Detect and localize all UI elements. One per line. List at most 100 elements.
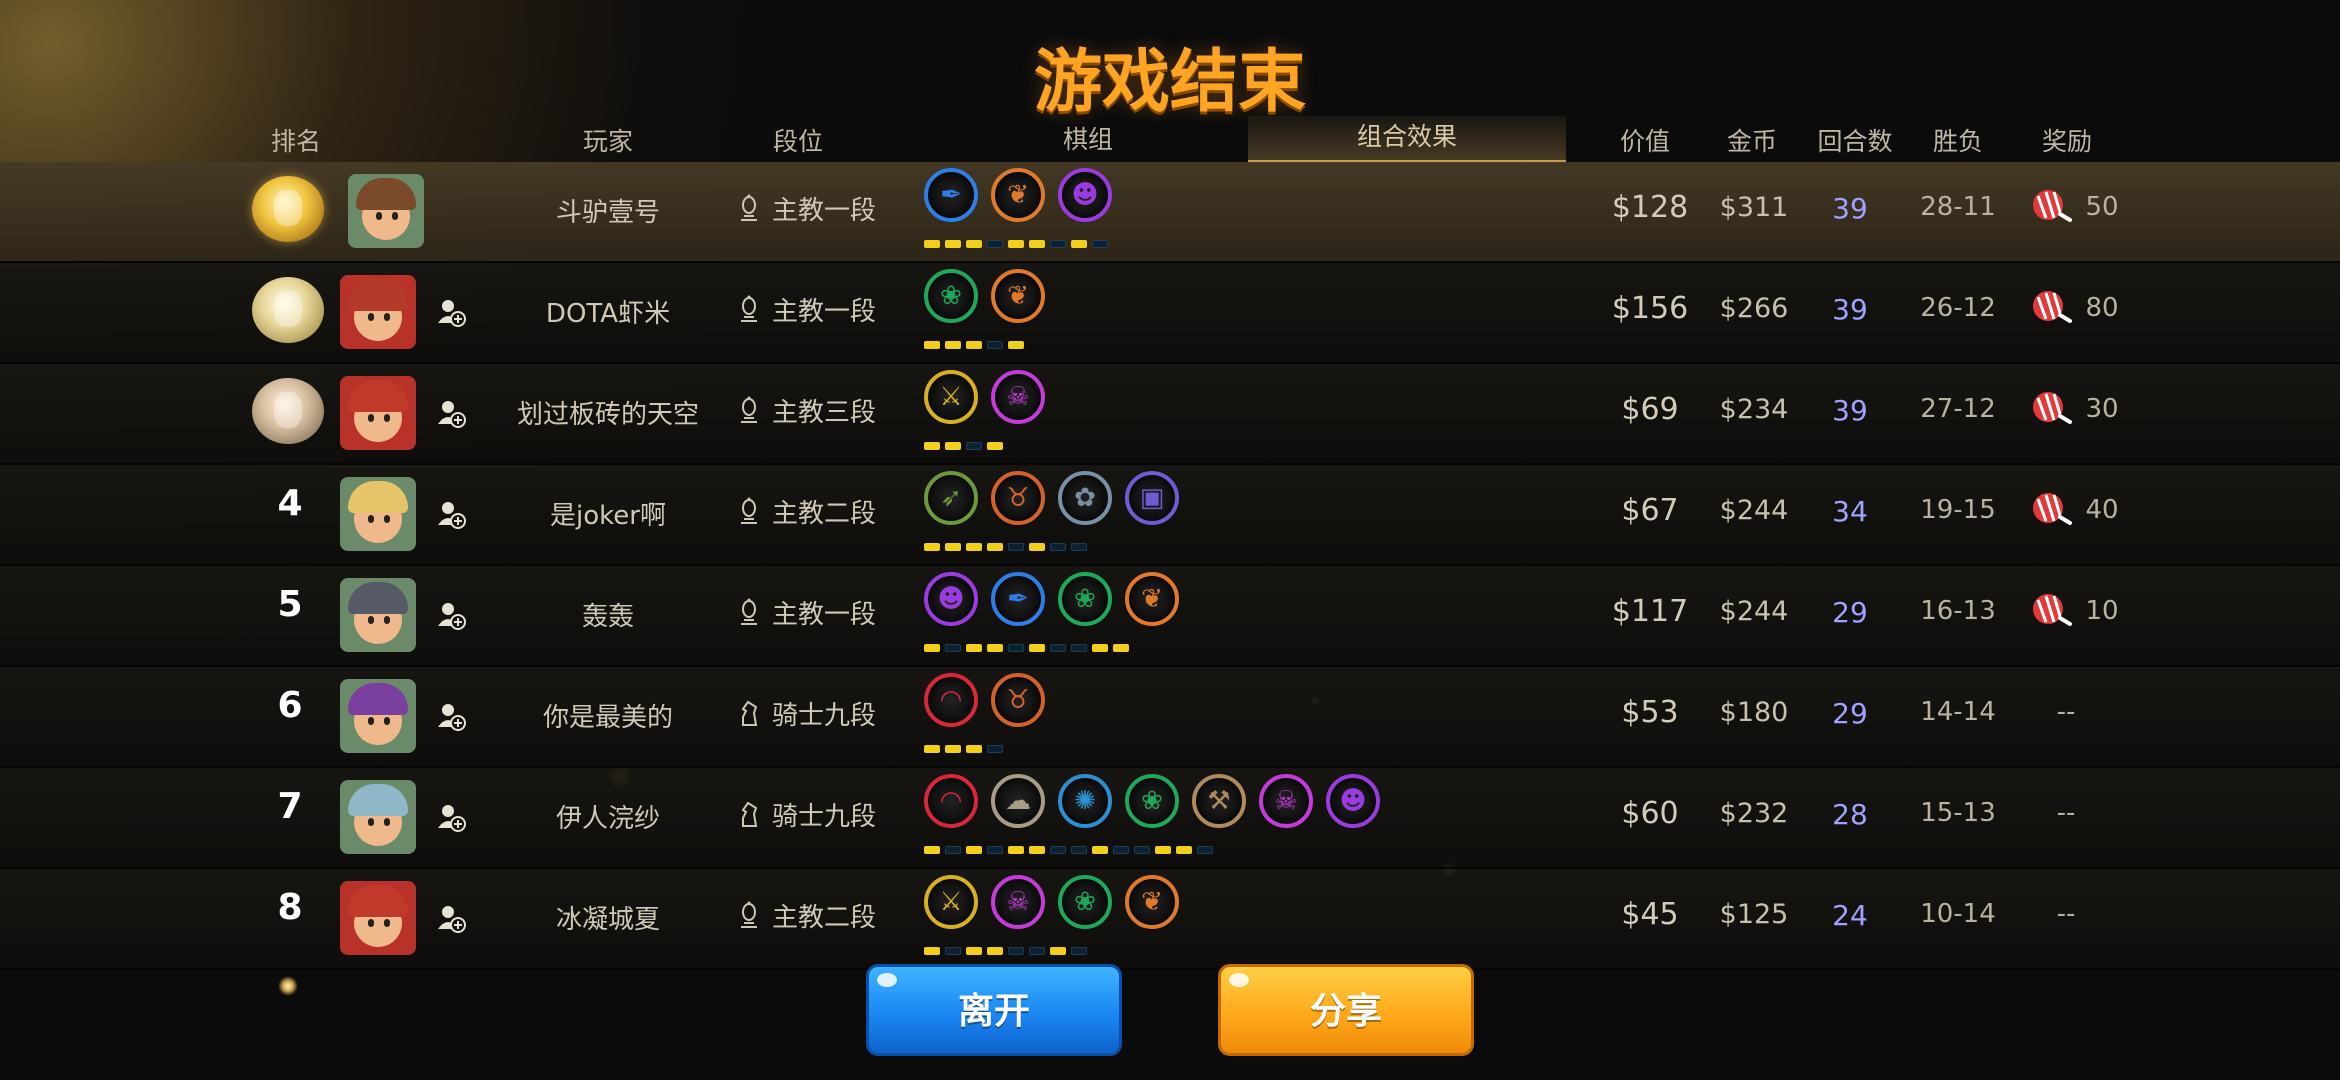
goblin-synergy-icon[interactable]: ✺ (1058, 774, 1112, 828)
round-count: 39 (1832, 394, 1868, 427)
add-friend-icon[interactable] (436, 297, 466, 327)
feather-synergy-icon[interactable]: ✒ (924, 168, 978, 222)
table-row[interactable]: DOTA虾米 主教一段 ❀ ❦ $156 $266 39 26-12 80 (0, 263, 2340, 364)
table-row[interactable]: 6 你是最美的 骑士九段 ◠ ♉ $53 $180 29 14-14 -- (0, 667, 2340, 768)
reward-amount: 30 (2085, 394, 2119, 424)
synergy-segment (1029, 846, 1045, 854)
synergy-segment (987, 543, 1003, 551)
mask-synergy-icon[interactable]: ☻ (1326, 774, 1380, 828)
synergy-segment (924, 846, 940, 854)
round-count: 39 (1832, 192, 1868, 225)
player-avatar[interactable] (340, 578, 416, 652)
leaf-synergy-icon[interactable]: ❦ (991, 269, 1045, 323)
claws-synergy-icon[interactable]: ⚔ (924, 370, 978, 424)
paw-synergy-icon[interactable]: ❀ (924, 269, 978, 323)
sparkle (278, 976, 298, 996)
table-row[interactable]: 4 是joker啊 主教二段 ➶ ♉ ✿ ▣ $67 $244 34 19-15 40 (0, 465, 2340, 566)
header-value: 价值 (1619, 127, 1671, 156)
axe-synergy-icon[interactable]: ⚒ (1192, 774, 1246, 828)
synergy-segment (1176, 846, 1192, 854)
demon-synergy-icon[interactable]: ☠ (991, 875, 1045, 929)
tech-synergy-icon[interactable]: ▣ (1125, 471, 1179, 525)
header-coins: 金币 (1726, 127, 1778, 156)
header-tier: 段位 (772, 127, 824, 156)
paw-synergy-icon[interactable]: ❀ (1058, 572, 1112, 626)
rank-number: 7 (277, 786, 303, 827)
rank-number: 5 (277, 584, 303, 625)
add-friend-icon[interactable] (436, 398, 466, 428)
arch-synergy-icon[interactable]: ◠ (924, 673, 978, 727)
horns-synergy-icon[interactable]: ♉ (991, 471, 1045, 525)
synergy-segment (987, 947, 1003, 955)
table-row[interactable]: 7 伊人浣纱 骑士九段 ◠ ☁ ✺ ❀ ⚒ ☠ ☻ $60 $232 28 15-13 -- (0, 768, 2340, 869)
leave-button-label: 离开 (957, 991, 1030, 1032)
synergy-segment (1071, 644, 1087, 652)
player-avatar[interactable] (340, 376, 416, 450)
player-avatar[interactable] (340, 881, 416, 955)
leaf-synergy-icon[interactable]: ❦ (991, 168, 1045, 222)
synergy-segment (1008, 240, 1024, 248)
player-avatar[interactable] (348, 174, 424, 248)
header-pieces[interactable]: 棋组 (1063, 120, 1113, 156)
win-loss: 10-14 (1920, 899, 1996, 929)
candy-reward-icon (2033, 291, 2072, 323)
synergy-segment (945, 846, 961, 854)
value-amount: $156 (1611, 291, 1689, 326)
synergy-segment (1029, 947, 1045, 955)
arch-synergy-icon[interactable]: ◠ (924, 774, 978, 828)
candy-reward-icon (2033, 190, 2072, 222)
paw-synergy-icon[interactable]: ❀ (1058, 875, 1112, 929)
table-row[interactable]: 划过板砖的天空 主教三段 ⚔ ☠ $69 $234 39 27-12 30 (0, 364, 2340, 465)
player-avatar[interactable] (340, 679, 416, 753)
mask-synergy-icon[interactable]: ☻ (1058, 168, 1112, 222)
header-rank: 排名 (270, 127, 322, 156)
horns-synergy-icon[interactable]: ♉ (991, 673, 1045, 727)
synergy-segment (1092, 240, 1108, 248)
mask-synergy-icon[interactable]: ☻ (924, 572, 978, 626)
add-friend-icon[interactable] (436, 903, 466, 933)
player-avatar[interactable] (340, 780, 416, 854)
beast-synergy-icon[interactable]: ✿ (1058, 471, 1112, 525)
table-row[interactable]: 8 冰凝城夏 主教二段 ⚔ ☠ ❀ ❦ $45 $125 24 10-14 -- (0, 869, 2340, 970)
bow-synergy-icon[interactable]: ➶ (924, 471, 978, 525)
coin-amount: $244 (1719, 596, 1789, 627)
bishop-icon (741, 901, 757, 928)
leave-button[interactable]: 离开 (866, 964, 1122, 1056)
demon-synergy-icon[interactable]: ☠ (991, 370, 1045, 424)
add-friend-icon[interactable] (436, 600, 466, 630)
synergy-segment (1197, 846, 1213, 854)
synergy-segment (987, 240, 1003, 248)
player-avatar[interactable] (340, 477, 416, 551)
reward-empty: -- (2056, 697, 2076, 727)
synergy-segment (1071, 846, 1087, 854)
player-name: 是joker啊 (550, 501, 666, 531)
claws-synergy-icon[interactable]: ⚔ (924, 875, 978, 929)
rank-medal-icon (252, 378, 324, 444)
synergy-segment (1050, 543, 1066, 551)
synergy-segment (966, 240, 982, 248)
synergy-segment (966, 846, 982, 854)
table-row[interactable]: 5 轰轰 主教一段 ☻ ✒ ❀ ❦ $117 $244 29 16-13 10 (0, 566, 2340, 667)
synergy-segment (966, 644, 982, 652)
player-avatar[interactable] (340, 275, 416, 349)
synergy-segment (924, 442, 940, 450)
leaf-synergy-icon[interactable]: ❦ (1125, 572, 1179, 626)
leaf-synergy-icon[interactable]: ❦ (1125, 875, 1179, 929)
add-friend-icon[interactable] (436, 701, 466, 731)
player-name: 划过板砖的天空 (516, 400, 700, 430)
synergy-segment (1029, 543, 1045, 551)
add-friend-icon[interactable] (436, 802, 466, 832)
share-button-label: 分享 (1309, 991, 1382, 1032)
add-friend-icon[interactable] (436, 499, 466, 529)
value-amount: $128 (1611, 190, 1689, 225)
demon-synergy-icon[interactable]: ☠ (1259, 774, 1313, 828)
share-button[interactable]: 分享 (1218, 964, 1474, 1056)
tab-synergy[interactable]: 组合效果 (1248, 116, 1566, 163)
spirit-synergy-icon[interactable]: ☁ (991, 774, 1045, 828)
feather-synergy-icon[interactable]: ✒ (991, 572, 1045, 626)
tab-synergy-label: 组合效果 (1356, 122, 1457, 151)
table-row[interactable]: 斗驴壹号 主教一段 ✒ ❦ ☻ $128 $311 39 28-11 50 (0, 162, 2340, 263)
value-amount: $60 (1621, 796, 1679, 831)
reward-empty: -- (2056, 899, 2076, 929)
paw-synergy-icon[interactable]: ❀ (1125, 774, 1179, 828)
